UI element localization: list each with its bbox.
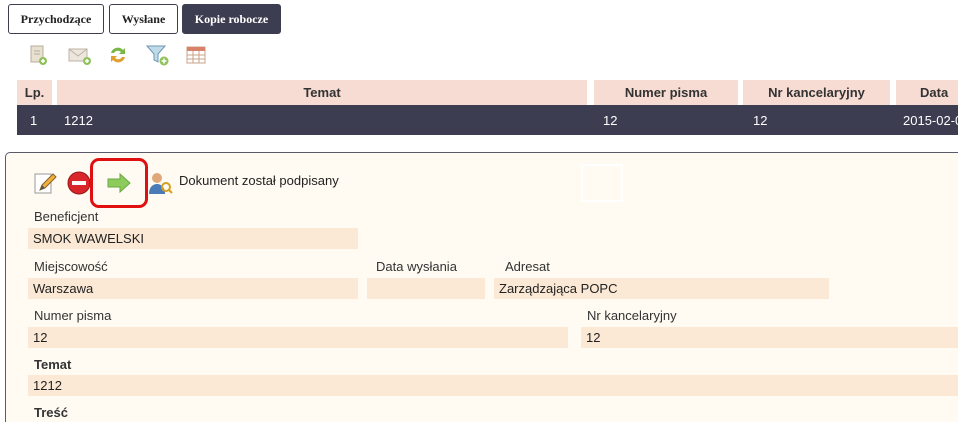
- beneficjent-label: Beneficjent: [34, 209, 99, 224]
- column-header-lp[interactable]: Lp.: [17, 80, 52, 105]
- numer-pisma-label: Numer pisma: [34, 308, 112, 323]
- signature-status-text: Dokument został podpisany: [179, 173, 339, 188]
- data-wyslania-value: [367, 278, 485, 299]
- temat-label: Temat: [34, 357, 72, 372]
- new-document-icon[interactable]: [26, 43, 50, 67]
- temat-value: 1212: [28, 375, 958, 396]
- table-cell-data: 2015-02-0: [903, 112, 958, 128]
- table-row[interactable]: [17, 105, 958, 135]
- table-columns-icon[interactable]: [184, 43, 208, 67]
- send-button-highlight: [90, 158, 148, 208]
- numer-pisma-value: 12: [28, 327, 568, 348]
- adresat-label: Adresat: [505, 259, 550, 274]
- miejscowosc-label: Miejscowość: [34, 259, 108, 274]
- signature-user-icon[interactable]: [147, 170, 173, 196]
- tab-przychodzace[interactable]: Przychodzące: [8, 4, 104, 34]
- adresat-value: Zarządzająca POPC: [494, 278, 829, 299]
- table-cell-numer-pisma: 12: [603, 112, 618, 128]
- tab-wyslane[interactable]: Wysłane: [109, 4, 178, 34]
- column-header-nr-kancelaryjny[interactable]: Nr kancelaryjny: [743, 80, 890, 105]
- delete-icon[interactable]: [66, 170, 92, 196]
- column-header-numer-pisma[interactable]: Numer pisma: [594, 80, 738, 105]
- nr-kancelaryjny-value: 12: [581, 327, 958, 348]
- column-header-temat[interactable]: Temat: [57, 80, 587, 105]
- data-wyslania-label: Data wysłania: [376, 259, 457, 274]
- table-cell-lp: 1: [30, 112, 38, 128]
- tab-kopie-robocze[interactable]: Kopie robocze: [182, 4, 281, 34]
- column-header-data[interactable]: Data: [896, 80, 958, 105]
- edit-pencil-icon[interactable]: [32, 170, 58, 196]
- table-cell-nr-kancelaryjny: 12: [753, 112, 768, 128]
- beneficjent-value: SMOK WAWELSKI: [28, 228, 358, 249]
- miejscowosc-value: Warszawa: [28, 278, 358, 299]
- empty-frame: [581, 164, 623, 202]
- send-mail-icon[interactable]: [66, 43, 94, 67]
- refresh-icon[interactable]: [106, 43, 130, 67]
- filter-add-icon[interactable]: [145, 43, 171, 67]
- table-cell-temat: 1212: [64, 112, 93, 128]
- nr-kancelaryjny-label: Nr kancelaryjny: [587, 308, 677, 323]
- tresc-label: Treść: [34, 405, 68, 420]
